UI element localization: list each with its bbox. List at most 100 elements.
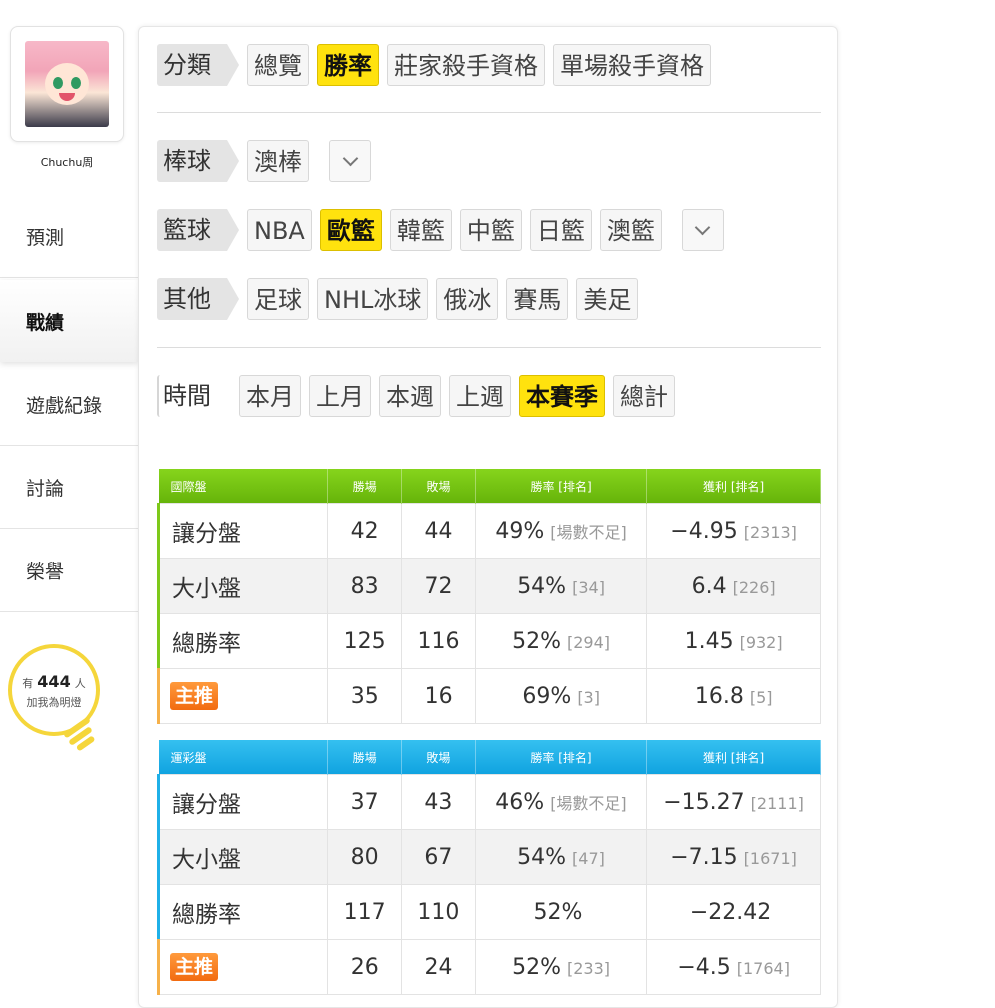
profit-cell: 6.4 [226] <box>646 558 821 614</box>
profit-cell: −4.5 [1764] <box>646 939 821 995</box>
league-nbl[interactable]: 澳籃 <box>599 209 662 251</box>
international-pick-row: 主推 35 16 69% [3] 16.8 [5] <box>156 668 821 724</box>
nav-honor[interactable]: 榮譽 <box>0 530 138 612</box>
chevron-down-icon[interactable] <box>681 209 724 251</box>
col-loss: 敗場 <box>401 469 476 504</box>
fans-count-line: 有 444 人 <box>12 672 96 691</box>
pick-badge[interactable]: 主推 <box>170 682 219 710</box>
profit-cell: 1.45 [932] <box>646 613 821 669</box>
time-this-week[interactable]: 本週 <box>379 375 441 417</box>
loss-count: 43 <box>401 774 476 830</box>
rate-rank: [場數不足] <box>550 522 627 542</box>
rate-rank: [場數不足] <box>550 793 627 813</box>
table-title: 運彩盤 <box>158 740 329 775</box>
time-total[interactable]: 總計 <box>613 375 675 417</box>
avatar-frame[interactable] <box>10 26 124 142</box>
sidebar: Chuchu周 預測 戰績 遊戲紀錄 討論 榮譽 有 444 人 加我為明燈 <box>0 0 138 1000</box>
profit-value: −22.42 <box>689 899 772 925</box>
league-horse-racing[interactable]: 賽馬 <box>506 278 569 320</box>
rate-rank: [47] <box>572 848 605 868</box>
rate-rank: [294] <box>567 632 611 652</box>
profit-rank: [226] <box>732 577 776 597</box>
rate-value: 69% <box>522 683 572 709</box>
tab-win-rate[interactable]: 勝率 <box>317 44 379 86</box>
avatar[interactable] <box>25 41 109 127</box>
rate-cell: 54% [34] <box>474 558 648 614</box>
profit-rank: [932] <box>739 632 783 652</box>
time-last-month[interactable]: 上月 <box>309 375 371 417</box>
col-rate: 勝率 [排名] <box>475 740 648 775</box>
tab-overview[interactable]: 總覽 <box>247 44 309 86</box>
pick-cell: 主推 <box>156 668 329 724</box>
win-count: 42 <box>327 503 403 559</box>
nav-predict[interactable]: 預測 <box>0 196 138 278</box>
rate-value: 52% <box>512 954 561 980</box>
profit-cell: −22.42 <box>646 884 821 940</box>
win-count: 117 <box>327 884 403 940</box>
league-soccer[interactable]: 足球 <box>247 278 309 320</box>
profit-rank: [1671] <box>743 848 797 868</box>
international-table: 國際盤 勝場 敗場 勝率 [排名] 獲利 [排名] 讓分盤 42 44 49%[… <box>156 469 821 669</box>
win-count: 37 <box>327 774 403 830</box>
table-title: 國際盤 <box>158 469 329 504</box>
username[interactable]: Chuchu周 <box>0 154 134 170</box>
rate-rank: [233] <box>567 958 611 978</box>
baseball-label: 棒球 <box>157 140 239 182</box>
league-cba[interactable]: 中籃 <box>459 209 522 251</box>
row-name: 讓分盤 <box>156 774 329 830</box>
rate-rank: [3] <box>577 687 600 707</box>
league-nba[interactable]: NBA <box>247 209 312 251</box>
time-this-month[interactable]: 本月 <box>239 375 301 417</box>
basketball-filter: 籃球 NBA 歐籃 韓籃 中籃 日籃 澳籃 <box>157 209 724 251</box>
col-profit: 獲利 [排名] <box>646 740 821 775</box>
divider <box>157 347 821 348</box>
tab-single-game-killer[interactable]: 單場殺手資格 <box>553 44 711 86</box>
league-nhl[interactable]: NHL冰球 <box>317 278 429 320</box>
rate-cell: 49% [場數不足] <box>474 503 648 559</box>
divider <box>157 112 821 113</box>
profit-value: −7.15 <box>670 844 738 870</box>
league-euro-basketball[interactable]: 歐籃 <box>319 209 382 251</box>
avatar-eye <box>71 77 81 89</box>
avatar-eye <box>53 77 63 89</box>
win-count: 26 <box>327 939 403 995</box>
nav-discussion[interactable]: 討論 <box>0 447 138 529</box>
nav-game-log[interactable]: 遊戲紀錄 <box>0 364 138 446</box>
row-name: 大小盤 <box>156 558 329 614</box>
lottery-table: 運彩盤 勝場 敗場 勝率 [排名] 獲利 [排名] 讓分盤 37 43 46%[… <box>156 740 821 940</box>
table-row: 大小盤 83 72 54% [34] 6.4 [226] <box>156 558 821 614</box>
lottery-pick-row: 主推 26 24 52% [233] −4.5 [1764] <box>156 939 821 995</box>
fans-caption: 加我為明燈 <box>26 696 82 709</box>
col-rate: 勝率 [排名] <box>475 469 648 504</box>
tab-bookmaker-killer[interactable]: 莊家殺手資格 <box>387 44 545 86</box>
league-abl[interactable]: 澳棒 <box>247 140 309 182</box>
loss-count: 44 <box>401 503 476 559</box>
league-khl[interactable]: 俄冰 <box>436 278 499 320</box>
profit-cell: 16.8 [5] <box>646 668 821 724</box>
col-win: 勝場 <box>327 740 403 775</box>
category-filter: 分類 總覽 勝率 莊家殺手資格 單場殺手資格 <box>157 44 711 86</box>
main-panel: 分類 總覽 勝率 莊家殺手資格 單場殺手資格 棒球 澳棒 籃球 NBA 歐籃 韓… <box>138 26 838 1008</box>
time-this-season[interactable]: 本賽季 <box>519 375 605 417</box>
win-count: 125 <box>327 613 403 669</box>
league-nfl[interactable]: 美足 <box>576 278 639 320</box>
loss-count: 24 <box>401 939 476 995</box>
row-name: 大小盤 <box>156 829 329 885</box>
loss-count: 16 <box>401 668 476 724</box>
profit-value: −4.95 <box>670 518 738 544</box>
chevron-down-icon[interactable] <box>329 140 371 182</box>
profit-value: −4.5 <box>677 954 731 980</box>
time-last-week[interactable]: 上週 <box>449 375 511 417</box>
win-count: 80 <box>327 829 403 885</box>
profit-value: −15.27 <box>663 789 745 815</box>
loss-count: 116 <box>401 613 476 669</box>
league-bleague[interactable]: 日籃 <box>529 209 592 251</box>
rate-value: 52% <box>512 628 561 654</box>
league-kbl[interactable]: 韓籃 <box>389 209 452 251</box>
table-row: 主推 35 16 69% [3] 16.8 [5] <box>156 668 821 724</box>
nav-record[interactable]: 戰績 <box>0 280 138 362</box>
col-win: 勝場 <box>327 469 403 504</box>
rate-value: 54% <box>517 573 567 599</box>
pick-badge[interactable]: 主推 <box>170 953 219 981</box>
profit-rank: [1764] <box>736 958 790 978</box>
